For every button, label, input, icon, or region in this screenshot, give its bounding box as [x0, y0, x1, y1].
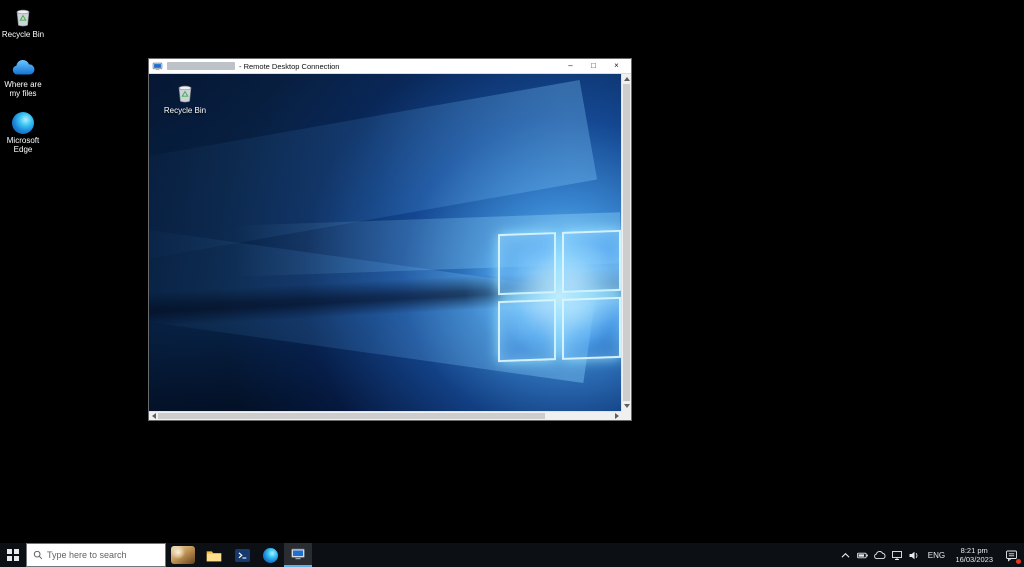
- volume-button[interactable]: [905, 543, 922, 567]
- desktop-icon-label: Microsoft Edge: [0, 136, 46, 154]
- search-highlight-button[interactable]: [166, 543, 200, 567]
- file-explorer-icon: [206, 549, 222, 562]
- edge-icon: [263, 548, 278, 563]
- onedrive-cloud-icon: [873, 550, 886, 560]
- desktop-icon-label: Recycle Bin: [164, 106, 206, 115]
- rdp-title-redacted-host: [167, 62, 235, 70]
- volume-icon: [908, 550, 920, 561]
- close-button[interactable]: ×: [605, 59, 628, 73]
- hidden-icons-button[interactable]: [837, 543, 854, 567]
- network-button[interactable]: [888, 543, 905, 567]
- maximize-button[interactable]: □: [582, 59, 605, 73]
- desktop-icon-label: Recycle Bin: [2, 30, 44, 39]
- remote-desktop-button[interactable]: [284, 543, 312, 567]
- powershell-icon: [235, 549, 250, 562]
- clock[interactable]: 8:21 pm 16/03/2023: [950, 543, 998, 567]
- search-highlight-icon: [171, 546, 195, 564]
- battery-button[interactable]: [854, 543, 871, 567]
- search-icon: [33, 550, 43, 560]
- tray-time: 8:21 pm: [961, 546, 988, 555]
- desktop-icon-label: Where are my files: [0, 80, 46, 98]
- windows-logo-wallpaper: [498, 230, 621, 362]
- edge-icon: [12, 112, 34, 134]
- vertical-scrollbar[interactable]: [621, 74, 631, 411]
- up-arrow-icon: [624, 77, 630, 81]
- window-controls: – □ ×: [559, 59, 628, 73]
- scroll-left-button[interactable]: [149, 412, 158, 420]
- action-center-button[interactable]: [998, 543, 1024, 567]
- right-arrow-icon: [615, 413, 619, 419]
- desktop: Recycle Bin Where are my files Microsoft…: [0, 0, 1024, 567]
- down-arrow-icon: [624, 404, 630, 408]
- network-icon: [891, 550, 903, 561]
- windows-logo-icon: [7, 549, 19, 561]
- language-indicator[interactable]: ENG: [922, 543, 950, 567]
- chevron-up-icon: [840, 551, 851, 560]
- start-button[interactable]: [0, 543, 26, 567]
- cloud-files-icon: [10, 58, 36, 78]
- horizontal-scroll-thumb[interactable]: [158, 413, 545, 419]
- tray-date: 16/03/2023: [955, 555, 993, 564]
- battery-icon: [856, 550, 869, 561]
- desktop-icon-where-are-my-files[interactable]: Where are my files: [0, 58, 46, 98]
- remote-desktop-icon: [290, 546, 306, 562]
- rdp-client-area: Recycle Bin: [149, 74, 631, 420]
- rdp-window-title: - Remote Desktop Connection: [239, 62, 555, 71]
- vertical-scroll-thumb[interactable]: [623, 84, 630, 401]
- scroll-up-button[interactable]: [622, 74, 631, 84]
- taskbar: ENG 8:21 pm 16/03/2023: [0, 543, 1024, 567]
- scrollbar-corner: [621, 411, 631, 420]
- taskbar-empty-space: [312, 543, 837, 567]
- file-explorer-button[interactable]: [200, 543, 228, 567]
- recycle-bin-icon: [174, 82, 196, 104]
- desktop-icon-microsoft-edge[interactable]: Microsoft Edge: [0, 112, 46, 154]
- notification-badge: [1016, 559, 1021, 564]
- powershell-button[interactable]: [228, 543, 256, 567]
- desktop-icon-recycle-bin[interactable]: Recycle Bin: [0, 6, 46, 39]
- rdp-titlebar[interactable]: - Remote Desktop Connection – □ ×: [149, 59, 631, 74]
- scroll-down-button[interactable]: [622, 401, 631, 411]
- edge-button[interactable]: [256, 543, 284, 567]
- search-input[interactable]: [47, 550, 159, 560]
- remote-desktop-icon-recycle-bin[interactable]: Recycle Bin: [161, 82, 209, 115]
- minimize-button[interactable]: –: [559, 59, 582, 73]
- rdp-window: - Remote Desktop Connection – □ ×: [148, 58, 632, 421]
- horizontal-scrollbar[interactable]: [149, 411, 621, 420]
- remote-desktop-screen[interactable]: Recycle Bin: [149, 74, 621, 411]
- onedrive-button[interactable]: [871, 543, 888, 567]
- rdp-window-icon: [152, 61, 163, 72]
- scroll-right-button[interactable]: [612, 412, 621, 420]
- left-arrow-icon: [152, 413, 156, 419]
- taskbar-search[interactable]: [26, 543, 166, 567]
- recycle-bin-icon: [12, 6, 34, 28]
